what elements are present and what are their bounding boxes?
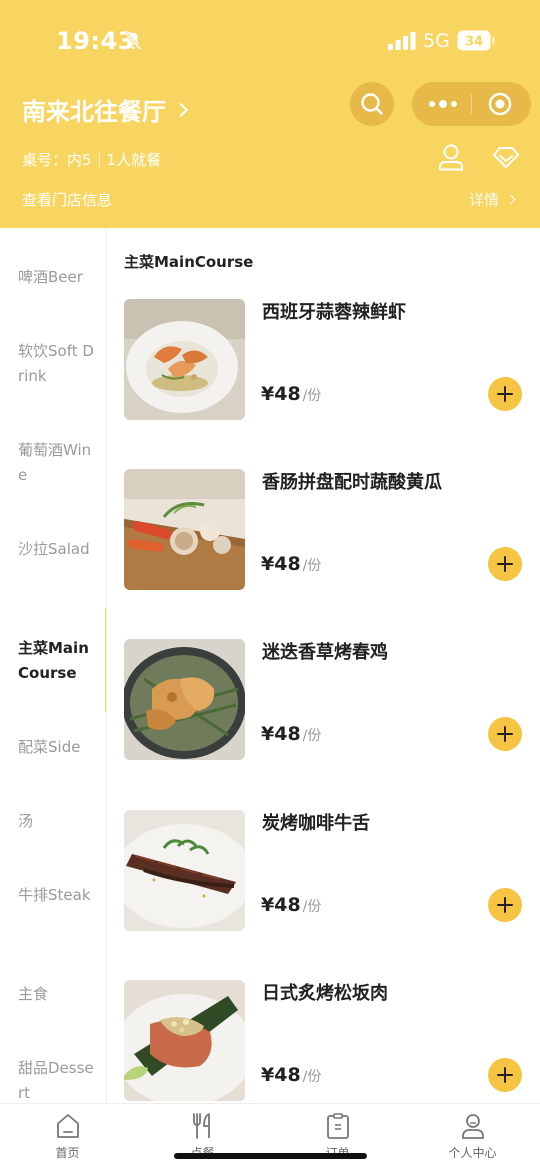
sidebar-item-soup[interactable]: 汤	[18, 809, 98, 834]
dish-image	[124, 469, 245, 590]
menu-item[interactable]: 炭烤咖啡牛舌 ¥48/份	[108, 810, 540, 980]
add-to-cart-button[interactable]	[488, 888, 522, 922]
menu-item[interactable]: 日式炙烤松坂肉 ¥48/份	[108, 980, 540, 1103]
network-type: 5G	[423, 30, 450, 52]
dish-price: ¥48/份	[261, 723, 321, 745]
dish-name: 迷迭香草烤春鸡	[262, 642, 388, 663]
battery-icon: 34	[457, 30, 495, 51]
person-icon	[461, 1114, 484, 1139]
add-to-cart-button[interactable]	[488, 717, 522, 751]
home-indicator	[174, 1153, 367, 1159]
tab-label: 首页	[55, 1146, 80, 1160]
sidebar-item-salad[interactable]: 沙拉Salad	[18, 537, 98, 562]
sidebar-item-soft-drink[interactable]: 软饮Soft Drink	[18, 339, 98, 389]
price-unit: /份	[302, 1069, 322, 1085]
store-name: 南来北往餐厅	[22, 98, 166, 126]
add-to-cart-button[interactable]	[488, 1058, 522, 1092]
dish-price: ¥48/份	[261, 1064, 321, 1086]
price-unit: /份	[302, 728, 322, 744]
dish-image	[124, 299, 245, 420]
dish-name: 炭烤咖啡牛舌	[262, 813, 370, 834]
add-to-cart-button[interactable]	[488, 377, 522, 411]
fork-knife-icon	[192, 1113, 210, 1139]
price-value: ¥48	[261, 383, 301, 405]
status-bar: 19:43 5G 34	[0, 0, 540, 80]
bottom-tab-bar: 首页 点餐 订单 个人中心	[0, 1103, 540, 1171]
bell-muted-icon	[124, 31, 142, 51]
signal-icon	[388, 32, 416, 50]
menu-item[interactable]: 香肠拼盘配时蔬酸黄瓜 ¥48/份	[108, 469, 540, 639]
sidebar-item-side[interactable]: 配菜Side	[18, 735, 98, 760]
category-sidebar: 啤酒Beer 软饮Soft Drink 葡萄酒Wine 沙拉Salad 主菜Ma…	[0, 228, 107, 1103]
dish-price: ¥48/份	[261, 894, 321, 916]
sidebar-item-staple[interactable]: 主食	[18, 982, 98, 1007]
home-icon	[56, 1114, 79, 1138]
search-icon	[361, 93, 383, 115]
price-value: ¥48	[261, 1064, 301, 1086]
close-target-icon[interactable]	[488, 92, 512, 116]
price-value: ¥48	[261, 894, 301, 916]
app-header: 19:43 5G 34 南来北往餐厅 桌号：内5 1人就餐 查看门店信息 详情	[0, 0, 540, 228]
chevron-right-icon	[173, 102, 189, 117]
capsule-divider	[471, 94, 472, 114]
menu-item[interactable]: 迷迭香草烤春鸡 ¥48/份	[108, 639, 540, 809]
search-button[interactable]	[350, 82, 394, 126]
dish-image	[124, 980, 245, 1101]
active-category-indicator	[105, 608, 106, 712]
diners-count: 1人就餐	[106, 151, 162, 169]
dish-price: ¥48/份	[261, 553, 321, 575]
details-label: 详情	[468, 191, 499, 209]
tab-home[interactable]: 首页	[0, 1112, 135, 1161]
tab-profile[interactable]: 个人中心	[405, 1112, 540, 1161]
sidebar-item-wine[interactable]: 葡萄酒Wine	[18, 438, 98, 488]
divider	[98, 152, 100, 167]
price-unit: /份	[302, 388, 322, 404]
table-info: 桌号：内5 1人就餐	[22, 149, 161, 170]
menu-item[interactable]: 西班牙蒜蓉辣鲜虾 ¥48/份	[108, 299, 540, 469]
details-link[interactable]: 详情	[468, 189, 516, 210]
menu-list: 主菜MainCourse 西班牙蒜蓉辣鲜虾 ¥48/份 香肠拼盘配时蔬酸黄瓜 ¥…	[108, 228, 540, 1103]
user-icon[interactable]	[438, 143, 464, 171]
price-value: ¥48	[261, 723, 301, 745]
diamond-icon[interactable]	[492, 145, 520, 169]
dish-name: 日式炙烤松坂肉	[262, 983, 388, 1004]
sidebar-item-main-course[interactable]: 主菜MainCourse	[18, 636, 98, 686]
more-dots-icon[interactable]	[428, 95, 458, 113]
clipboard-icon	[326, 1113, 349, 1139]
dish-name: 西班牙蒜蓉辣鲜虾	[262, 302, 406, 323]
price-unit: /份	[302, 558, 322, 574]
add-to-cart-button[interactable]	[488, 547, 522, 581]
sidebar-item-steak[interactable]: 牛排Steak	[18, 883, 98, 908]
dish-image	[124, 639, 245, 760]
price-value: ¥48	[261, 553, 301, 575]
section-title: 主菜MainCourse	[124, 253, 254, 271]
store-info-link[interactable]: 查看门店信息	[22, 189, 112, 210]
miniprogram-capsule	[412, 82, 531, 126]
table-number: 桌号：内5	[22, 151, 92, 169]
battery-level: 34	[465, 35, 483, 50]
sidebar-item-beer[interactable]: 啤酒Beer	[18, 265, 98, 290]
dish-price: ¥48/份	[261, 383, 321, 405]
store-name-link[interactable]: 南来北往餐厅	[22, 92, 189, 127]
price-unit: /份	[302, 899, 322, 915]
dish-name: 香肠拼盘配时蔬酸黄瓜	[262, 472, 442, 493]
tab-label: 个人中心	[448, 1146, 497, 1160]
dish-image	[124, 810, 245, 931]
chevron-right-icon	[505, 194, 516, 205]
sidebar-item-dessert[interactable]: 甜品Dessert	[18, 1056, 98, 1103]
